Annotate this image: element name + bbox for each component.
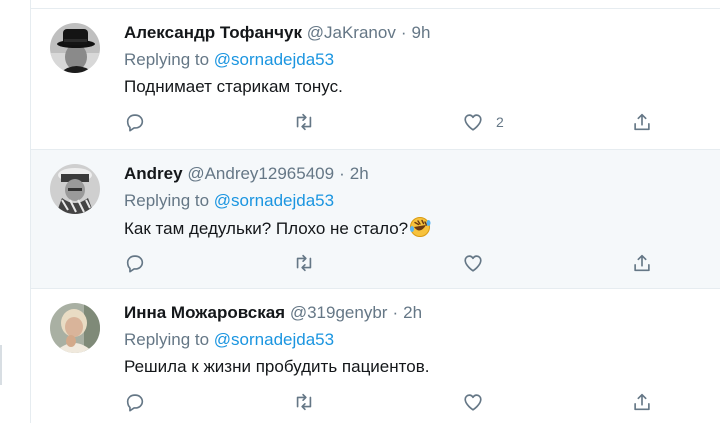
tweet-actions [124,251,664,275]
tweet-text: Поднимает старикам тонус. [124,77,343,96]
author-handle[interactable]: @JaKranov [307,23,396,42]
author-name[interactable]: Инна Можаровская [124,303,285,322]
tweet-actions: 2 [124,110,664,134]
rolling-on-floor-laughing-emoji [409,216,431,245]
replying-to: Replying to @sornadejda53 [124,329,334,351]
tweet-time[interactable]: 9h [412,23,431,42]
share-button[interactable] [631,251,653,275]
replying-to-link[interactable]: @sornadejda53 [214,330,334,349]
replying-to-label: Replying to [124,191,210,210]
avatar[interactable] [50,23,100,73]
avatar[interactable] [50,303,100,353]
separator-dot: · [400,23,407,42]
retweet-icon [296,254,312,272]
tweet-header: Инна Можаровская @319genybr · 2h [124,302,422,324]
share-button[interactable] [631,390,653,414]
reply-button[interactable] [124,110,146,134]
separator-dot: · [392,303,399,322]
tweet-reply[interactable]: Andrey @Andrey12965409 · 2h Replying to @s… [31,150,720,289]
replying-to-link[interactable]: @sornadejda53 [214,191,334,210]
retweet-button[interactable] [293,390,315,414]
page-edge-marker [0,345,2,385]
reply-icon [126,255,144,273]
retweet-button[interactable] [293,251,315,275]
tweet-text: Как там дедульки? Плохо не стало? [124,219,409,238]
avatar[interactable] [50,164,100,214]
tweet-header: Александр Тофанчук @JaKranov · 9h [124,22,430,44]
like-button[interactable]: 2 [462,110,504,134]
tweet-actions [124,390,664,414]
retweet-button[interactable] [293,110,315,134]
like-button[interactable] [462,251,496,275]
replying-to-link[interactable]: @sornadejda53 [214,50,334,69]
reply-button[interactable] [124,390,146,414]
replying-to-label: Replying to [124,330,210,349]
like-icon [464,394,482,411]
like-icon [464,114,482,131]
author-name[interactable]: Александр Тофанчук [124,23,302,42]
retweet-icon [296,113,312,131]
reply-icon [126,114,144,132]
tweet-header: Andrey @Andrey12965409 · 2h [124,163,369,185]
author-handle[interactable]: @Andrey12965409 [187,164,334,183]
author-handle[interactable]: @319genybr [290,303,388,322]
tweet-feed: Александр Тофанчук @JaKranov · 9h Replying… [30,0,720,423]
reply-icon [126,394,144,412]
like-button[interactable] [462,390,496,414]
tweet-text: Решила к жизни пробудить пациентов. [124,357,430,376]
like-count: 2 [496,114,504,130]
tweet-reply[interactable]: Александр Тофанчук @JaKranov · 9h Replying… [31,9,720,150]
share-icon [634,113,650,131]
separator-dot: · [339,164,345,183]
tweet-time[interactable]: 2h [403,303,422,322]
replying-to-label: Replying to [124,50,210,69]
reply-button[interactable] [124,251,146,275]
tweet-reply[interactable]: Инна Можаровская @319genybr · 2h Replying … [31,289,720,423]
like-icon [464,255,482,272]
tweet-time[interactable]: 2h [350,164,369,183]
retweet-icon [296,393,312,411]
tweet-text-container: Как там дедульки? Плохо не стало? [124,216,431,245]
share-icon [634,393,650,411]
share-button[interactable] [631,110,653,134]
replying-to: Replying to @sornadejda53 [124,190,334,212]
replying-to: Replying to @sornadejda53 [124,49,334,71]
author-name[interactable]: Andrey [124,164,183,183]
share-icon [634,254,650,272]
